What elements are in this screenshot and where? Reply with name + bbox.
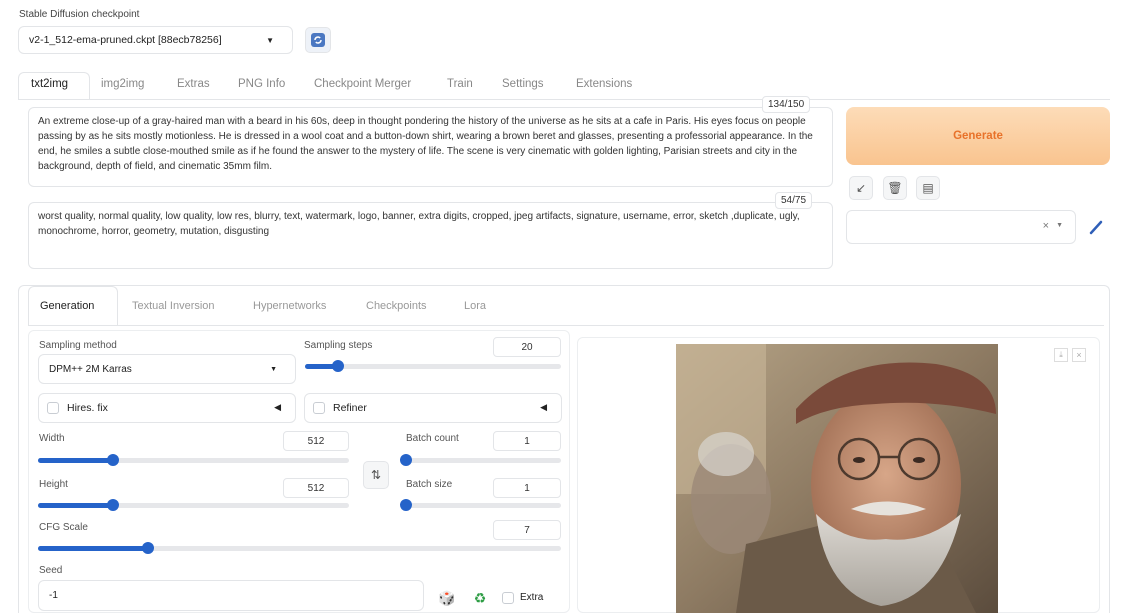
refresh-checkpoint-button[interactable] [305, 27, 331, 53]
width-input[interactable]: 512 [283, 431, 349, 451]
subtab-divider [28, 325, 1104, 326]
generate-button[interactable]: Generate [846, 107, 1110, 165]
cfg-scale-label: CFG Scale [39, 522, 88, 533]
collapse-left-icon: ◀ [274, 402, 281, 412]
slider-knob[interactable] [106, 499, 119, 511]
refiner-label: Refiner [333, 402, 367, 414]
slider-knob[interactable] [106, 454, 119, 466]
swap-icon: ⇅ [370, 468, 382, 482]
checkpoint-value: v2-1_512-ema-pruned.ckpt [88ecb78256] [29, 34, 222, 46]
dice-icon: 🎲 [438, 589, 456, 606]
collapse-left-icon: ◀ [540, 402, 547, 412]
pencil-icon [1089, 220, 1103, 235]
tab-txt2img[interactable]: txt2img [31, 78, 68, 90]
refiner-checkbox[interactable] [313, 402, 325, 414]
clipboard-icon: ▤ [922, 181, 934, 195]
refiner-accordion[interactable]: Refiner ◀ [304, 393, 562, 423]
sampling-steps-label: Sampling steps [304, 340, 373, 351]
tab-settings[interactable]: Settings [502, 78, 544, 90]
tab-extensions[interactable]: Extensions [576, 78, 632, 90]
sampling-steps-input[interactable]: 20 [493, 337, 561, 357]
negative-prompt-token-counter: 54/75 [775, 192, 813, 209]
generated-image[interactable] [676, 344, 998, 613]
tab-divider [18, 99, 1110, 100]
styles-button[interactable]: ▤ [916, 176, 940, 200]
subtab-checkpoints[interactable]: Checkpoints [366, 300, 427, 312]
edit-styles-button[interactable] [1083, 214, 1109, 240]
width-slider[interactable] [38, 454, 349, 466]
batch-count-slider[interactable] [400, 454, 561, 466]
read-params-button[interactable]: ↙ [849, 176, 873, 200]
sampling-method-label: Sampling method [39, 340, 117, 351]
hires-fix-accordion[interactable]: Hires. fix ◀ [38, 393, 296, 423]
tab-img2img[interactable]: img2img [101, 78, 144, 90]
slider-knob[interactable] [141, 542, 154, 554]
arrow-down-left-icon: ↙ [855, 181, 867, 195]
random-seed-button[interactable]: 🎲 [434, 586, 460, 610]
slider-knob[interactable] [400, 454, 412, 466]
width-label: Width [39, 433, 65, 444]
subtab-textual-inversion[interactable]: Textual Inversion [132, 300, 215, 312]
tab-extras[interactable]: Extras [177, 78, 210, 90]
slider-knob[interactable] [400, 499, 412, 511]
chevron-down-icon: ▼ [1056, 222, 1063, 229]
reuse-seed-button[interactable]: ♻ [467, 586, 493, 610]
extra-seed-checkbox[interactable] [502, 592, 514, 604]
batch-size-slider[interactable] [400, 499, 561, 511]
prompt-textarea[interactable]: An extreme close-up of a gray-haired man… [28, 107, 833, 187]
batch-size-input[interactable]: 1 [493, 478, 561, 498]
seed-value: -1 [49, 590, 58, 601]
tab-train[interactable]: Train [447, 78, 473, 90]
negative-prompt-textarea[interactable]: worst quality, normal quality, low quali… [28, 202, 833, 269]
save-icon[interactable]: ⤓ [1054, 348, 1068, 362]
checkpoint-select[interactable]: v2-1_512-ema-pruned.ckpt [88ecb78256] ▼ [18, 26, 293, 54]
sampling-steps-slider[interactable] [305, 360, 561, 372]
clear-icon[interactable]: × [1043, 220, 1049, 232]
batch-count-input[interactable]: 1 [493, 431, 561, 451]
subtab-lora[interactable]: Lora [464, 300, 486, 312]
slider-fill [38, 458, 113, 463]
subtab-hypernetworks[interactable]: Hypernetworks [253, 300, 326, 312]
subtab-generation[interactable]: Generation [40, 300, 94, 312]
cfg-scale-slider[interactable] [38, 542, 561, 554]
height-label: Height [39, 479, 68, 490]
height-slider[interactable] [38, 499, 349, 511]
extra-seed-label: Extra [520, 592, 544, 603]
sampling-method-select[interactable]: DPM++ 2M Karras ▼ [38, 354, 296, 384]
checkpoint-label: Stable Diffusion checkpoint [19, 9, 140, 20]
refresh-icon [311, 33, 325, 47]
hires-fix-checkbox[interactable] [47, 402, 59, 414]
close-icon[interactable]: × [1072, 348, 1086, 362]
tab-checkpoint-merger[interactable]: Checkpoint Merger [314, 78, 411, 90]
batch-count-label: Batch count [406, 433, 459, 444]
chevron-down-icon: ▼ [266, 35, 274, 45]
prompt-token-counter: 134/150 [762, 96, 811, 113]
seed-label: Seed [39, 565, 63, 576]
clear-prompt-button[interactable]: 🗑 [883, 176, 907, 200]
tab-png-info[interactable]: PNG Info [238, 78, 285, 90]
trash-icon: 🗑 [887, 181, 903, 195]
styles-select[interactable]: × ▼ [846, 210, 1076, 244]
slider-fill [38, 546, 148, 551]
recycle-icon: ♻ [473, 589, 487, 606]
swap-dimensions-button[interactable]: ⇅ [363, 461, 389, 489]
sampling-method-value: DPM++ 2M Karras [49, 363, 132, 375]
slider-fill [38, 503, 113, 508]
height-input[interactable]: 512 [283, 478, 349, 498]
batch-size-label: Batch size [406, 479, 453, 490]
chevron-down-icon: ▼ [270, 365, 277, 373]
hires-fix-label: Hires. fix [67, 402, 108, 414]
seed-input[interactable]: -1 [38, 580, 424, 611]
cfg-scale-input[interactable]: 7 [493, 520, 561, 540]
generate-label: Generate [953, 130, 1003, 142]
